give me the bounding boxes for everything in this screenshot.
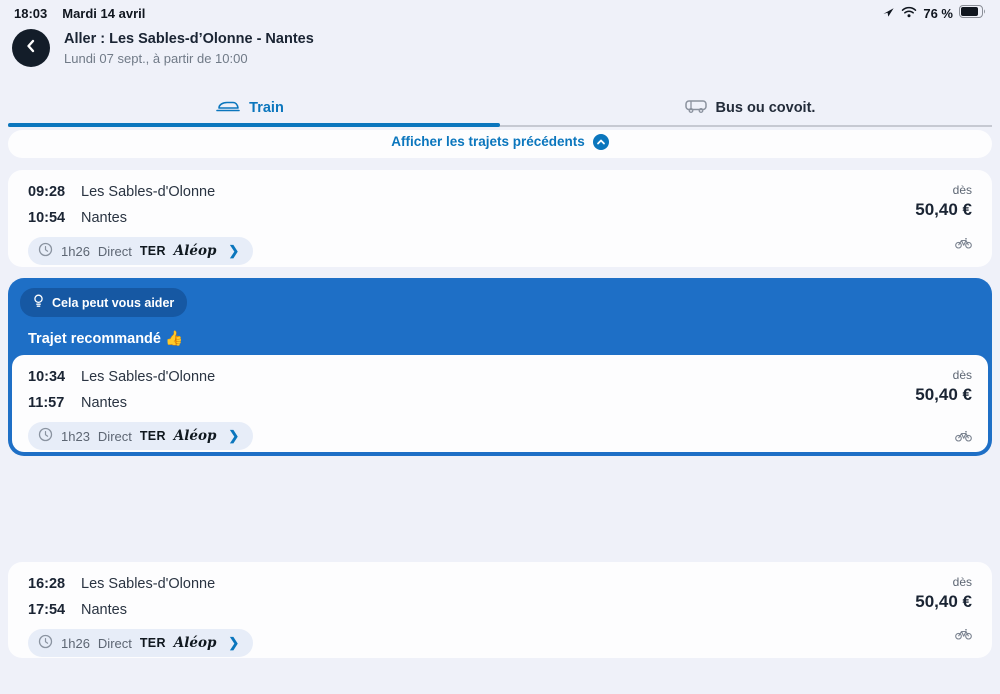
arrival-station: Nantes — [81, 601, 127, 619]
journey-card[interactable]: 09:28 Les Sables-d'Olonne 10:54 Nantes 1… — [8, 170, 992, 267]
price: 50,40 € — [915, 385, 972, 405]
journey-details-pill[interactable]: 1h26 Direct TER Aléop ❯ — [28, 629, 253, 657]
tab-bus-covoit[interactable]: Bus ou covoit. — [500, 95, 1000, 121]
price-from-label: dès — [915, 575, 972, 589]
clock-icon — [38, 634, 53, 652]
direct-label: Direct — [98, 244, 132, 259]
page-title: Aller : Les Sables-d’Olonne - Nantes — [64, 31, 314, 47]
status-time: 18:03 — [14, 6, 47, 21]
price-from-label: dès — [915, 183, 972, 197]
price: 50,40 € — [915, 592, 972, 612]
price-from-label: dès — [915, 368, 972, 382]
train-icon — [216, 99, 240, 117]
bike-icon — [955, 627, 972, 645]
tab-bar: Train Bus ou covoit. — [0, 95, 1000, 121]
carrier-brand-logo: Aléop — [174, 428, 217, 444]
show-previous-label: Afficher les trajets précédents — [391, 134, 585, 149]
clock-icon — [38, 427, 53, 445]
carrier-label: TER — [140, 636, 166, 650]
bike-icon — [955, 429, 972, 447]
recommended-inner-card[interactable]: 10:34 Les Sables-d'Olonne 11:57 Nantes 1… — [12, 355, 988, 452]
carrier-brand-logo: Aléop — [174, 243, 217, 259]
chevron-left-icon — [24, 39, 38, 58]
arrival-time: 11:57 — [28, 394, 70, 412]
duration: 1h23 — [61, 429, 90, 444]
tab-bus-label: Bus ou covoit. — [716, 100, 816, 116]
battery-percent: 76 % — [923, 6, 953, 21]
recommended-journey-card[interactable]: Cela peut vous aider Trajet recommandé 👍… — [8, 278, 992, 456]
chevron-right-icon: ❯ — [228, 243, 239, 259]
wifi-icon — [901, 6, 917, 21]
carrier-label: TER — [140, 244, 166, 258]
tab-train-label: Train — [249, 100, 284, 116]
bike-icon — [955, 236, 972, 254]
tab-active-indicator — [8, 123, 500, 127]
location-icon — [882, 5, 895, 21]
recommended-title: Trajet recommandé 👍 — [28, 330, 183, 347]
arrival-station: Nantes — [81, 394, 127, 412]
show-previous-link[interactable]: Afficher les trajets précédents — [391, 130, 609, 158]
chevron-right-icon: ❯ — [228, 428, 239, 444]
duration: 1h26 — [61, 244, 90, 259]
price: 50,40 € — [915, 200, 972, 220]
departure-time: 16:28 — [28, 575, 70, 593]
page-subtitle: Lundi 07 sept., à partir de 10:00 — [64, 51, 314, 66]
departure-station: Les Sables-d'Olonne — [81, 183, 215, 201]
header: Aller : Les Sables-d’Olonne - Nantes Lun… — [12, 29, 314, 67]
departure-station: Les Sables-d'Olonne — [81, 575, 215, 593]
journey-details-pill[interactable]: 1h26 Direct TER Aléop ❯ — [28, 237, 253, 265]
carrier-brand-logo: Aléop — [174, 635, 217, 651]
lightbulb-icon — [33, 294, 44, 311]
chevron-up-circle-icon — [593, 134, 609, 150]
chevron-right-icon: ❯ — [228, 635, 239, 651]
journey-card[interactable]: 16:28 Les Sables-d'Olonne 17:54 Nantes 1… — [8, 562, 992, 658]
direct-label: Direct — [98, 636, 132, 651]
helper-badge-label: Cela peut vous aider — [52, 296, 174, 310]
departure-time: 09:28 — [28, 183, 70, 201]
carrier-label: TER — [140, 429, 166, 443]
train-results-screen: 18:03 Mardi 14 avril 76 % — [0, 0, 1000, 694]
back-button[interactable] — [12, 29, 50, 67]
duration: 1h26 — [61, 636, 90, 651]
previous-journeys-card: Afficher les trajets précédents — [8, 130, 992, 158]
departure-station: Les Sables-d'Olonne — [81, 368, 215, 386]
clock-icon — [38, 242, 53, 260]
arrival-time: 17:54 — [28, 601, 70, 619]
helper-badge: Cela peut vous aider — [20, 288, 187, 317]
battery-icon — [959, 5, 986, 21]
tab-train[interactable]: Train — [0, 95, 500, 121]
arrival-station: Nantes — [81, 209, 127, 227]
bus-icon — [685, 99, 707, 117]
status-bar: 18:03 Mardi 14 avril 76 % — [0, 0, 1000, 24]
direct-label: Direct — [98, 429, 132, 444]
journey-details-pill[interactable]: 1h23 Direct TER Aléop ❯ — [28, 422, 253, 450]
status-date: Mardi 14 avril — [62, 6, 145, 21]
departure-time: 10:34 — [28, 368, 70, 386]
arrival-time: 10:54 — [28, 209, 70, 227]
